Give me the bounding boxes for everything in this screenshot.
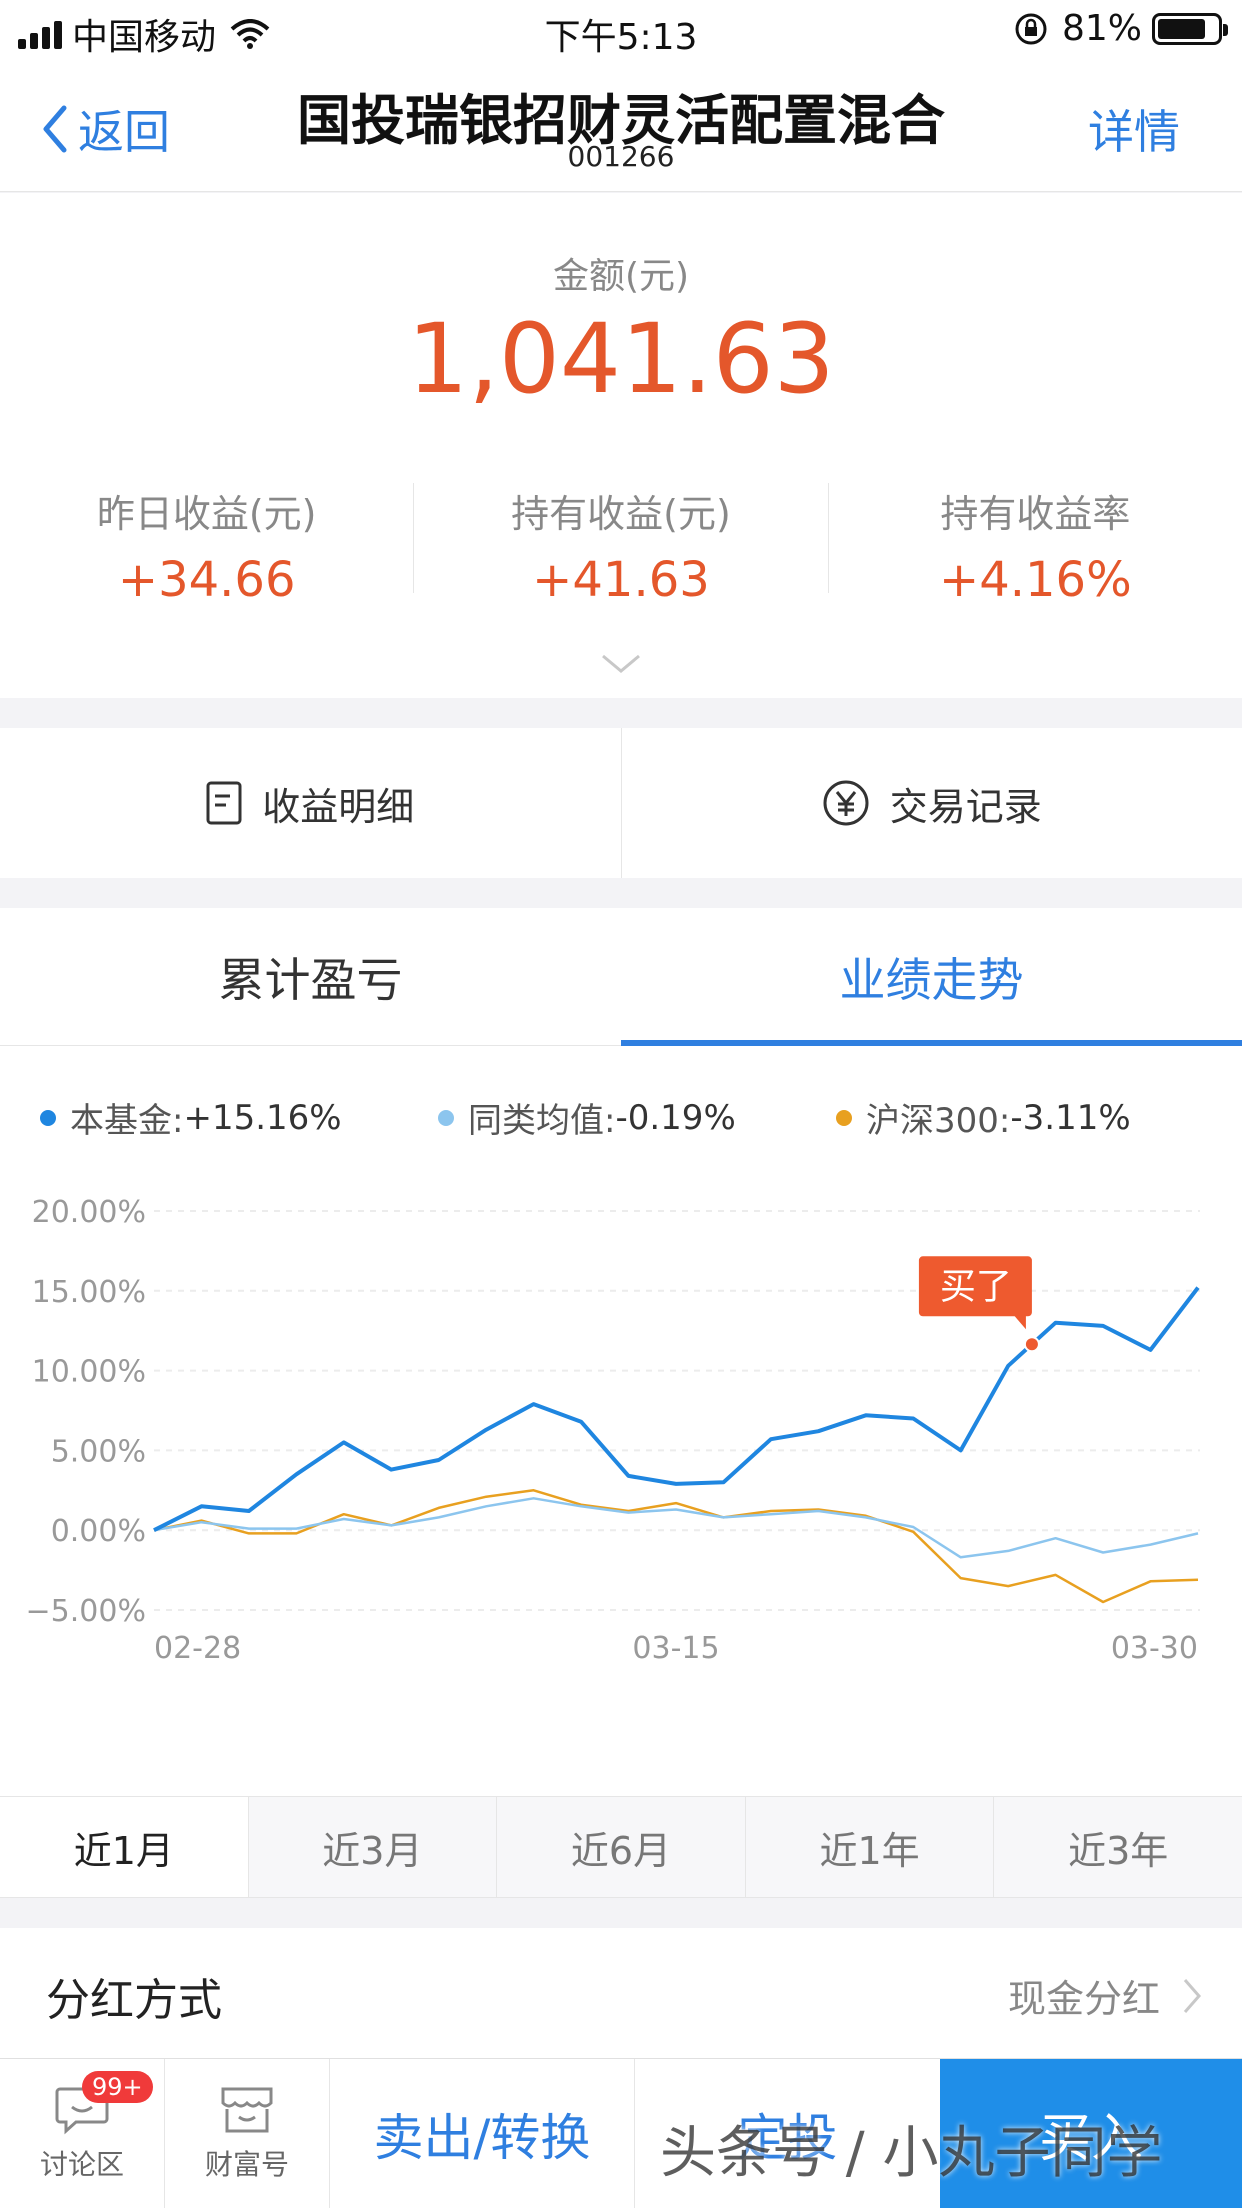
storefront-icon — [221, 2087, 273, 2132]
y-tick-label: −5.00% — [26, 1594, 146, 1629]
legend-item: 沪深300: -3.11% — [836, 1093, 1131, 1142]
x-tick-label: 03-30 — [1111, 1631, 1198, 1666]
wealth-label: 财富号 — [204, 2147, 289, 2181]
chart-legend: 本基金: +15.16% 同类均值: -0.19% 沪深300: -3.11% — [40, 1093, 1202, 1142]
period-1m[interactable]: 近1月 — [0, 1797, 249, 1897]
stats-row: 昨日收益(元) +34.66 持有收益(元) +41.63 持有收益率 +4.1… — [0, 483, 1242, 608]
annotation-pointer — [1013, 1315, 1026, 1330]
y-tick-label: 15.00% — [32, 1275, 146, 1310]
legend-value: -0.19% — [615, 1097, 736, 1138]
income-detail-button[interactable]: 收益明细 — [0, 728, 622, 878]
y-tick-label: 0.00% — [51, 1514, 146, 1549]
dividend-value: 现金分红 — [1007, 1977, 1160, 2021]
stat-label: 持有收益(元) — [511, 492, 731, 536]
y-tick-label: 20.00% — [32, 1195, 146, 1230]
legend-dot — [836, 1109, 852, 1126]
document-icon — [206, 781, 242, 825]
detail-button[interactable]: 详情 — [1088, 96, 1180, 162]
period-1y[interactable]: 近1年 — [746, 1797, 995, 1897]
legend-value: +15.16% — [183, 1097, 342, 1138]
x-tick-label: 03-15 — [632, 1631, 719, 1666]
status-bar: 中国移动 下午5:13 81% — [0, 0, 1242, 60]
chevron-right-icon — [1183, 1978, 1201, 2013]
chart-tabs: 累计盈亏 业绩走势 — [0, 908, 1242, 1046]
action-row: 收益明细 交易记录 — [0, 728, 1242, 878]
x-tick-label: 02-28 — [154, 1631, 241, 1666]
y-tick-label: 10.00% — [32, 1355, 146, 1390]
amount-value: 1,041.63 — [407, 303, 835, 415]
period-selector: 近1月 近3月 近6月 近1年 近3年 — [0, 1796, 1242, 1898]
stat-rate: 持有收益率 +4.16% — [829, 483, 1242, 608]
stat-label: 持有收益率 — [940, 492, 1131, 536]
income-detail-label: 收益明细 — [262, 784, 415, 829]
stat-value: +4.16% — [938, 552, 1132, 608]
dividend-row[interactable]: 分红方式 现金分红 — [0, 1928, 1242, 2058]
period-3y[interactable]: 近3年 — [994, 1797, 1242, 1897]
performance-chart: 20.00% 15.00% 10.00% 5.00% 0.00% −5.00%02-28 0… — [26, 1195, 1200, 1666]
stat-holding: 持有收益(元) +41.63 — [414, 483, 829, 608]
period-3m[interactable]: 近3月 — [249, 1797, 498, 1897]
tab-cumulative[interactable]: 累计盈亏 — [0, 908, 621, 1045]
stat-value: +41.63 — [532, 552, 710, 608]
annotation-point — [1023, 1336, 1040, 1353]
stat-yesterday: 昨日收益(元) +34.66 — [0, 483, 415, 608]
rotation-lock-icon — [1015, 13, 1047, 44]
wealth-button[interactable]: 财富号 — [165, 2059, 330, 2208]
series-line — [153, 1286, 1200, 1532]
status-right: 81% — [1014, 8, 1228, 49]
amount-label: 金额(元) — [552, 256, 690, 297]
trade-records-label: 交易记录 — [889, 784, 1042, 829]
holding-summary: 金额(元) 1,041.63 昨日收益(元) +34.66 持有收益(元) +4… — [0, 193, 1242, 698]
discuss-button[interactable]: 讨论区 99+ — [0, 2059, 165, 2208]
discuss-label: 讨论区 — [39, 2147, 124, 2181]
discuss-badge: 99+ — [82, 2071, 153, 2103]
battery-percent: 81% — [1061, 8, 1142, 49]
yuan-circle-icon — [823, 780, 869, 826]
legend-item: 同类均值: -0.19% — [438, 1093, 836, 1142]
stat-value: +34.66 — [117, 552, 296, 608]
stat-label: 昨日收益(元) — [96, 492, 317, 536]
trade-records-button[interactable]: 交易记录 — [622, 728, 1242, 878]
chevron-down-icon[interactable] — [601, 653, 641, 675]
sell-switch-button[interactable]: 卖出/转换 — [330, 2059, 635, 2208]
period-6m[interactable]: 近6月 — [497, 1797, 746, 1897]
annotation-label: 买了 — [940, 1266, 1012, 1307]
fund-code: 001266 — [567, 140, 675, 173]
legend-name: 沪深300: — [866, 1101, 1011, 1141]
battery-icon — [1152, 12, 1228, 45]
legend-dot — [438, 1109, 454, 1126]
chart-panel: 累计盈亏 业绩走势 本基金: +15.16% 同类均值: -0.19% 沪深30… — [0, 908, 1242, 1898]
dividend-value-group: 现金分红 — [1008, 1968, 1202, 2023]
dividend-label: 分红方式 — [46, 1975, 222, 2026]
watermark-text: 头条号 / 小丸子同学 — [660, 2121, 1163, 2186]
tab-performance[interactable]: 业绩走势 — [621, 908, 1242, 1046]
legend-value: -3.11% — [1010, 1097, 1131, 1138]
nav-bar: 返回 国投瑞银招财灵活配置混合 001266 详情 — [0, 60, 1242, 192]
legend-name: 本基金: — [70, 1101, 184, 1141]
legend-name: 同类均值: — [468, 1101, 616, 1141]
legend-item: 本基金: +15.16% — [40, 1093, 438, 1142]
legend-dot — [40, 1109, 56, 1126]
series-line — [153, 1489, 1199, 1604]
y-tick-label: 5.00% — [51, 1434, 146, 1469]
